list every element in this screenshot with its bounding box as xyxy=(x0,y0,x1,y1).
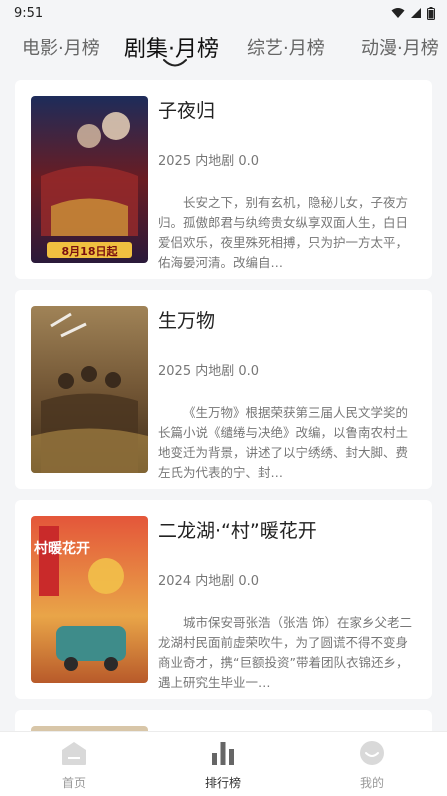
poster-image: 村暖花开 xyxy=(31,516,148,683)
card-description: 城市保安哥张浩（张浩 饰）在家乡父老二龙湖村民面前虚荣吹牛，为了圆谎不得不变身商… xyxy=(158,615,412,690)
tab-anime-monthly[interactable]: 动漫·月榜 xyxy=(361,34,439,60)
bottom-navigation: 首页 排行榜 我的 xyxy=(0,731,447,796)
poster-image xyxy=(31,306,148,473)
status-time: 9:51 xyxy=(14,5,44,21)
ranking-icon xyxy=(212,742,234,765)
card-description: 《生万物》根据荣获第三届人民文学奖的长篇小说《缱绻与决绝》改编，以鲁南农村土地变… xyxy=(158,405,409,480)
status-bar: 9:51 xyxy=(0,0,447,26)
card-title: 二龙湖·“村”暖花开 xyxy=(158,520,317,542)
wifi-icon xyxy=(391,8,405,18)
status-icons xyxy=(391,6,435,20)
category-tabs: 电影·月榜 剧集·月榜 综艺·月榜 动漫·月榜 xyxy=(0,28,447,68)
poster-badge: 村暖花开 xyxy=(34,541,90,557)
tab-variety-monthly[interactable]: 综艺·月榜 xyxy=(247,34,325,60)
tab-active-indicator xyxy=(163,59,187,67)
profile-icon xyxy=(360,741,384,765)
card-title: 子夜归 xyxy=(158,100,216,122)
home-icon xyxy=(62,742,86,765)
card-meta: 2025 内地剧 0.0 xyxy=(158,364,260,379)
signal-icon xyxy=(411,8,421,18)
card-meta: 2025 内地剧 0.0 xyxy=(158,154,260,169)
poster-image: 8月18日起 xyxy=(31,96,148,263)
battery-icon xyxy=(427,6,435,20)
nav-ranking[interactable]: 排行榜 xyxy=(183,740,263,791)
nav-profile[interactable]: 我的 xyxy=(332,740,412,791)
nav-profile-label: 我的 xyxy=(359,776,384,790)
list-item[interactable]: 村暖花开 二龙湖·“村”暖花开 2024 内地剧 0.0 城市保安哥张浩（张浩 … xyxy=(15,500,432,699)
nav-ranking-label: 排行榜 xyxy=(204,776,241,790)
nav-home-label: 首页 xyxy=(61,776,86,790)
list-item[interactable]: 8月18日起 子夜归 2025 内地剧 0.0 长安之下，别有玄机，隐秘儿女，子… xyxy=(15,80,432,279)
card-meta: 2024 内地剧 0.0 xyxy=(158,574,260,589)
poster-badge: 8月18日起 xyxy=(61,245,118,258)
list-item[interactable]: 生万物 2025 内地剧 0.0 《生万物》根据荣获第三届人民文学奖的长篇小说《… xyxy=(15,290,432,489)
tab-movie-monthly[interactable]: 电影·月榜 xyxy=(22,34,100,60)
card-title: 生万物 xyxy=(158,310,216,332)
card-description: 长安之下，别有玄机，隐秘儿女，子夜方归。孤傲郎君与纨绔贵女纵享双面人生，白日爱侣… xyxy=(158,195,409,270)
nav-home[interactable]: 首页 xyxy=(34,740,114,791)
